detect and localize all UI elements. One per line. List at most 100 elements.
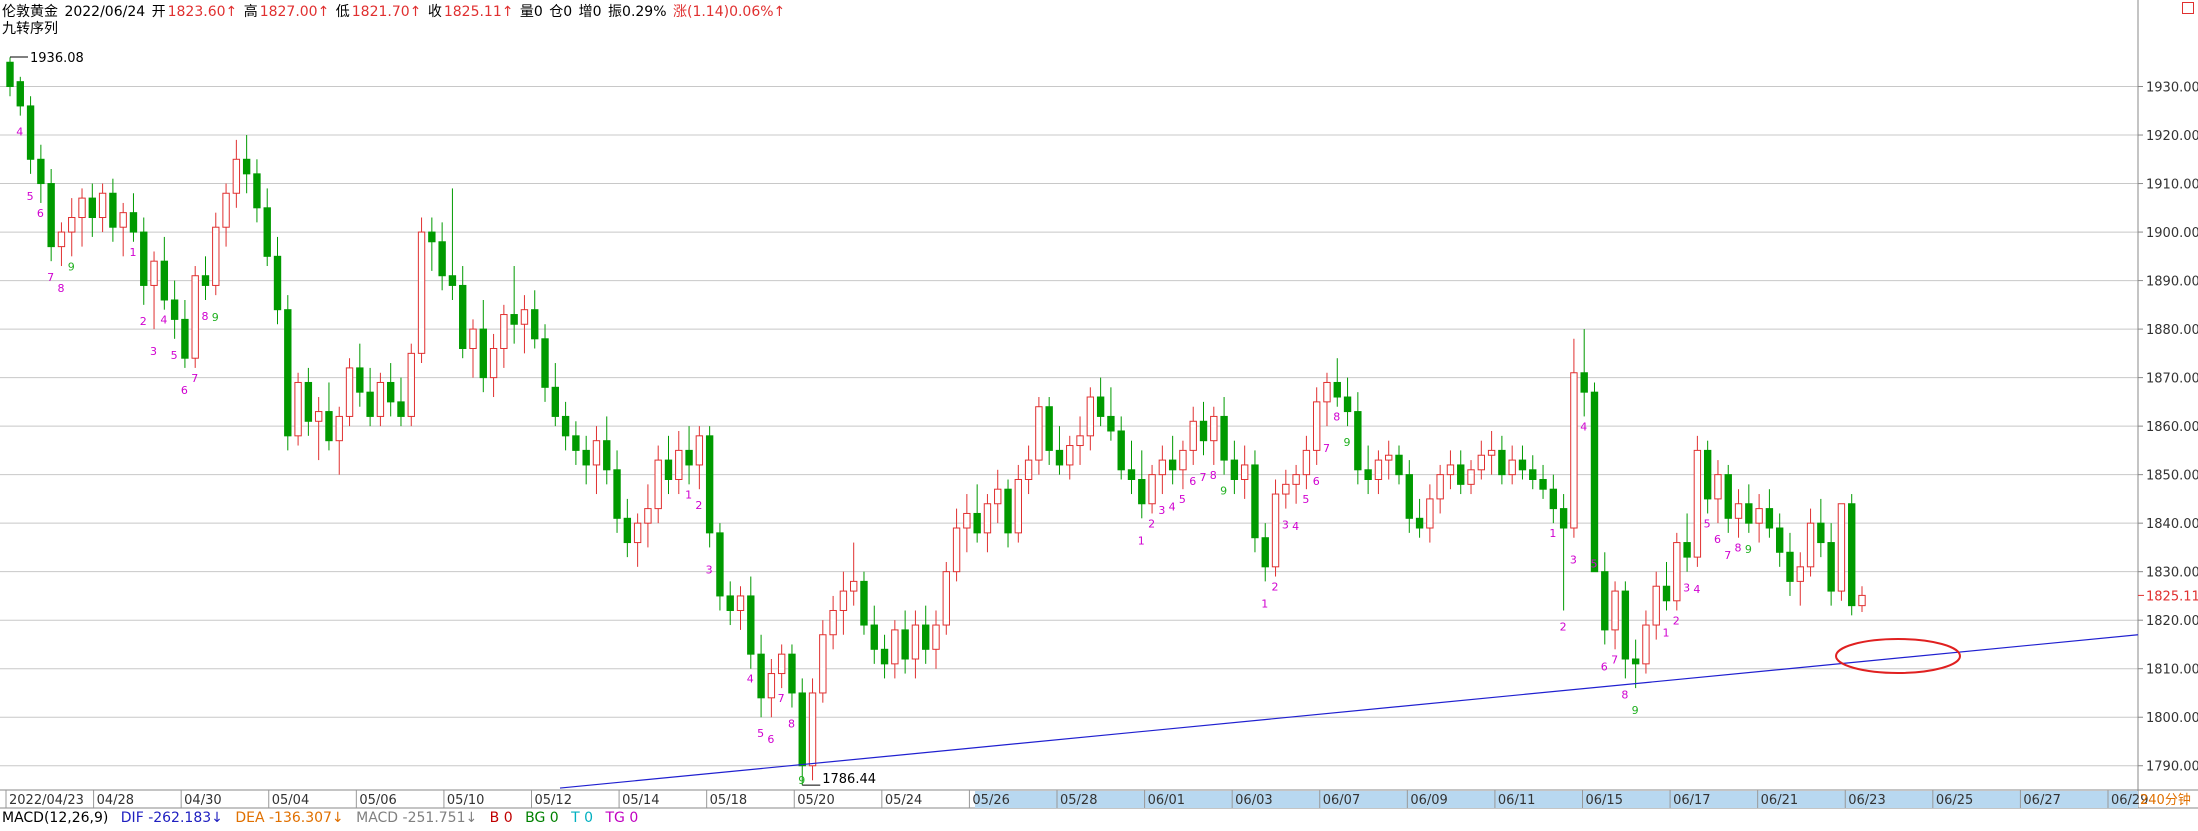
candle-body[interactable] <box>685 449 693 466</box>
candle-body[interactable] <box>1467 469 1475 485</box>
candle-body[interactable] <box>1292 474 1300 485</box>
candle-body[interactable] <box>551 386 560 417</box>
candle-body[interactable] <box>47 183 55 248</box>
candle-body[interactable] <box>1436 474 1444 500</box>
candle-body[interactable] <box>747 595 755 655</box>
candle-body[interactable] <box>1652 585 1660 626</box>
candle-body[interactable] <box>1858 594 1866 607</box>
candle-body[interactable] <box>1107 415 1115 432</box>
candle-body[interactable] <box>1251 464 1259 539</box>
candle-body[interactable] <box>1796 566 1804 582</box>
candle-body[interactable] <box>1817 522 1825 544</box>
candle-body[interactable] <box>1364 469 1372 480</box>
candle-body[interactable] <box>922 624 930 650</box>
candle-body[interactable] <box>1549 488 1558 510</box>
candle-body[interactable] <box>1415 517 1424 529</box>
candle-body[interactable] <box>1138 478 1146 505</box>
candle-body[interactable] <box>942 571 950 626</box>
candle-body[interactable] <box>1395 454 1403 476</box>
candle-body[interactable] <box>654 459 662 510</box>
candle-body[interactable] <box>1086 396 1095 437</box>
candle-body[interactable] <box>109 192 117 228</box>
candle-body[interactable] <box>1210 415 1218 442</box>
candle-body[interactable] <box>150 260 158 286</box>
candle-body[interactable] <box>57 231 66 248</box>
candle-body[interactable] <box>1076 435 1084 447</box>
candle-body[interactable] <box>1323 381 1331 403</box>
candle-body[interactable] <box>1848 503 1856 607</box>
candlestick-chart[interactable]: 1790.00 1800.00 1810.00 1820.00 1830.00 1840.… <box>0 0 2198 831</box>
candle-body[interactable] <box>561 415 570 437</box>
candle-body[interactable] <box>479 328 487 379</box>
candle-body[interactable] <box>407 352 415 417</box>
restore-icon[interactable] <box>2182 2 2194 14</box>
candle-body[interactable] <box>212 226 220 286</box>
candle-body[interactable] <box>1199 420 1208 442</box>
candle-body[interactable] <box>808 692 817 767</box>
candle-body[interactable] <box>777 653 786 675</box>
candle-body[interactable] <box>1127 469 1136 480</box>
candle-body[interactable] <box>191 275 199 359</box>
candle-body[interactable] <box>1024 459 1033 480</box>
candle-body[interactable] <box>1066 445 1074 466</box>
candle-body[interactable] <box>304 381 313 422</box>
candle-body[interactable] <box>994 488 1002 505</box>
candle-body[interactable] <box>37 158 45 185</box>
candle-body[interactable] <box>520 309 529 325</box>
candle-body[interactable] <box>263 207 271 257</box>
candle-body[interactable] <box>335 415 343 442</box>
candle-body[interactable] <box>1714 474 1722 500</box>
candle-body[interactable] <box>829 609 837 636</box>
candle-body[interactable] <box>1230 459 1239 480</box>
candle-body[interactable] <box>633 522 642 544</box>
candle-body[interactable] <box>726 595 734 611</box>
candle-body[interactable] <box>1559 508 1568 529</box>
candle-body[interactable] <box>767 673 776 699</box>
candle-body[interactable] <box>98 192 107 219</box>
candle-body[interactable] <box>325 411 333 442</box>
candle-body[interactable] <box>880 648 889 665</box>
candle-body[interactable] <box>1457 464 1465 485</box>
candle-body[interactable] <box>1302 449 1311 476</box>
candle-body[interactable] <box>1611 590 1619 631</box>
candle-body[interactable] <box>1148 474 1156 505</box>
candle-body[interactable] <box>1580 372 1588 393</box>
macd-name[interactable]: MACD(12,26,9) <box>2 810 108 826</box>
candle-body[interactable] <box>356 367 364 393</box>
candle-body[interactable] <box>716 532 724 597</box>
candle-body[interactable] <box>314 411 323 422</box>
candle-body[interactable] <box>376 381 385 417</box>
candle-body[interactable] <box>119 212 127 228</box>
candle-body[interactable] <box>1004 488 1012 534</box>
candle-body[interactable] <box>1734 503 1743 519</box>
candle-body[interactable] <box>1168 459 1177 471</box>
candle-body[interactable] <box>1426 498 1434 529</box>
candle-body[interactable] <box>1282 483 1290 495</box>
candle-body[interactable] <box>170 299 179 320</box>
candle-body[interactable] <box>438 241 446 277</box>
candle-body[interactable] <box>1837 503 1846 592</box>
candle-body[interactable] <box>129 212 138 233</box>
candle-body[interactable] <box>1261 537 1269 568</box>
candle-body[interactable] <box>510 314 518 325</box>
candle-body[interactable] <box>983 503 992 534</box>
candle-body[interactable] <box>1477 454 1486 471</box>
candle-body[interactable] <box>891 629 899 665</box>
candle-body[interactable] <box>1508 459 1516 476</box>
candle-body[interactable] <box>757 653 765 699</box>
candle-body[interactable] <box>1631 658 1640 665</box>
candle-body[interactable] <box>582 449 590 466</box>
annotation-ellipse[interactable] <box>1835 638 1961 674</box>
candle-body[interactable] <box>1312 401 1321 451</box>
candle-body[interactable] <box>1621 590 1630 660</box>
candle-body[interactable] <box>160 260 169 301</box>
candle-body[interactable] <box>1745 503 1753 524</box>
candle-body[interactable] <box>88 197 97 219</box>
candle-body[interactable] <box>1518 459 1527 471</box>
candle-body[interactable] <box>1673 542 1681 602</box>
candle-body[interactable] <box>973 512 981 534</box>
support-trendline[interactable] <box>559 634 2139 789</box>
candle-body[interactable] <box>1240 464 1249 480</box>
candle-body[interactable] <box>469 328 477 350</box>
candle-body[interactable] <box>6 61 14 88</box>
